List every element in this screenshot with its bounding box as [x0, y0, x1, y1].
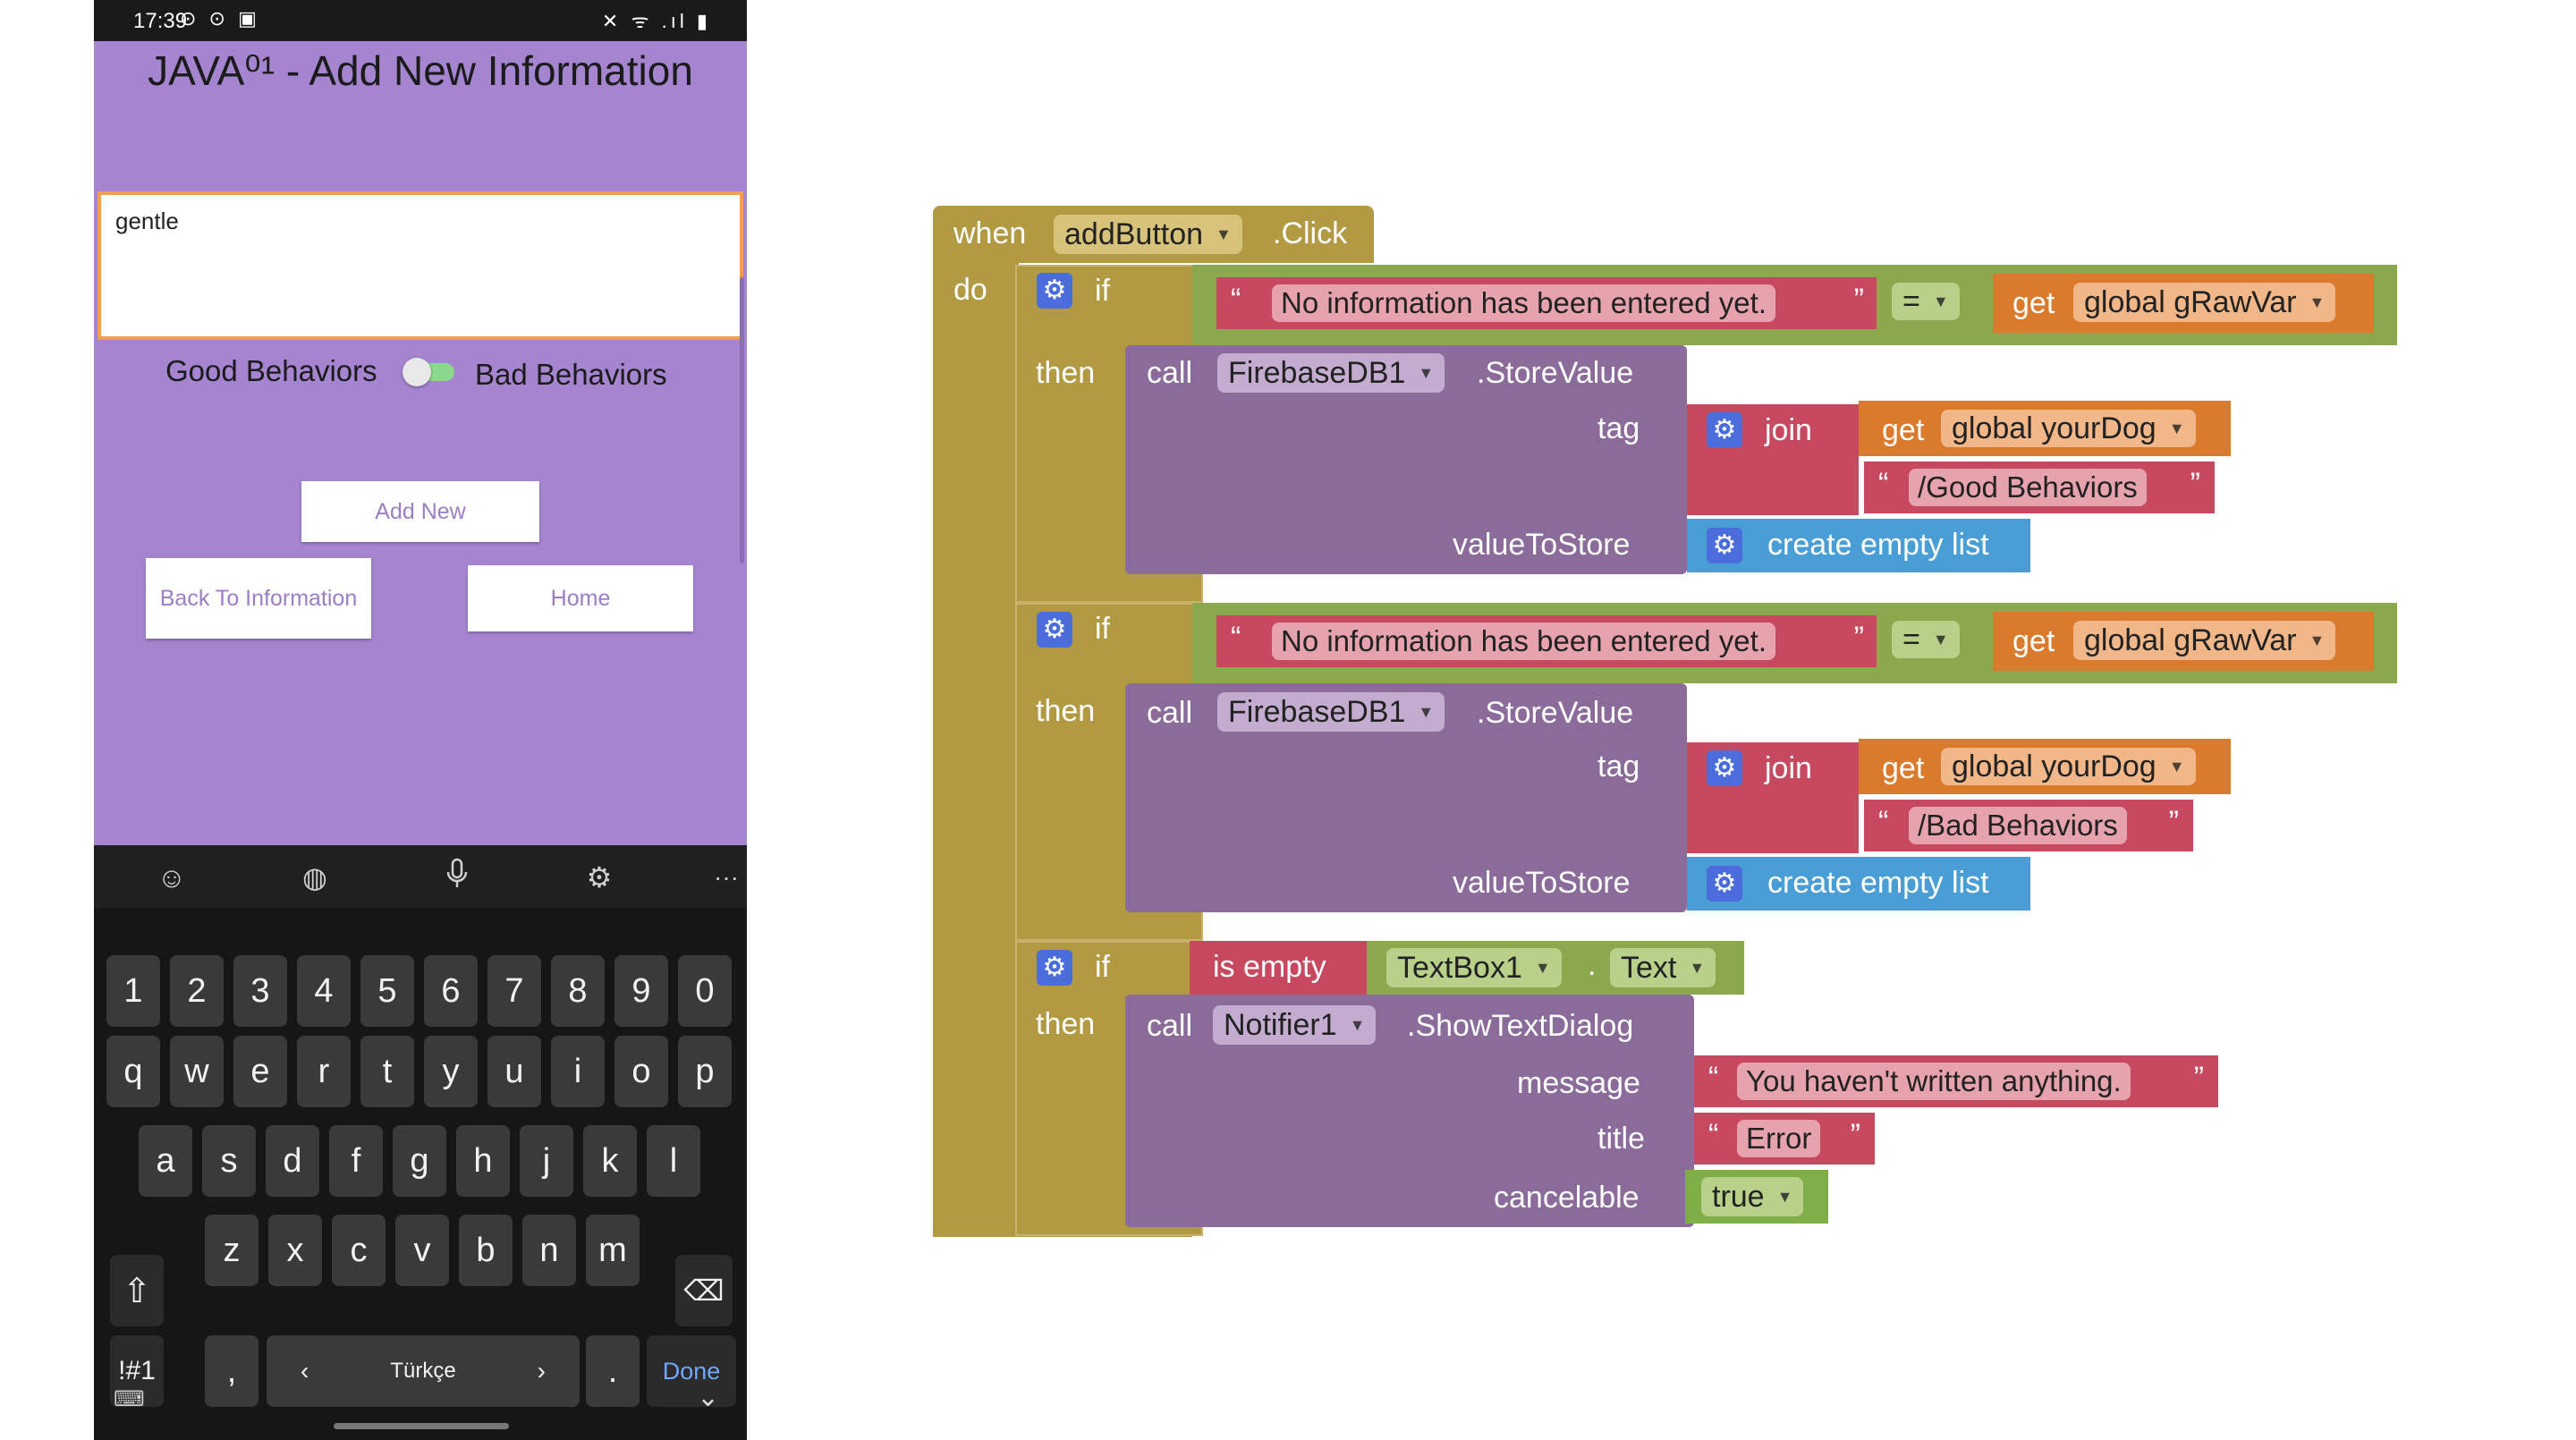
variable-dropdown[interactable]: global gRawVar ▼ — [2073, 283, 2336, 322]
dropdown-arrow-icon: ▼ — [1349, 1015, 1366, 1034]
call-label: call — [1147, 1009, 1193, 1043]
equals-dropdown[interactable]: = ▼ — [1892, 621, 1960, 658]
text-value[interactable]: /Good Behaviors — [1909, 469, 2147, 506]
textbox-dropdown[interactable]: TextBox1 ▼ — [1386, 948, 1562, 987]
dropdown-arrow-icon: ▼ — [2168, 419, 2185, 437]
dropdown-arrow-icon: ▼ — [1418, 702, 1435, 721]
dot-label: . — [1588, 948, 1597, 982]
get-label: get — [2012, 286, 2055, 320]
is-empty-label: is empty — [1213, 950, 1326, 984]
value-to-store-label: valueToStore — [1453, 528, 1631, 562]
create-list-label: create empty list — [1767, 866, 1989, 900]
method-name: .StoreValue — [1477, 696, 1634, 730]
if-label: if — [1095, 274, 1110, 308]
text-value[interactable]: /Bad Behaviors — [1909, 807, 2127, 844]
dropdown-arrow-icon: ▼ — [1932, 630, 1949, 648]
component-name: FirebaseDB1 — [1228, 355, 1406, 390]
event-name: .Click — [1273, 216, 1348, 250]
dropdown-arrow-icon: ▼ — [2309, 292, 2326, 311]
method-name: .StoreValue — [1477, 356, 1634, 390]
notifier-dropdown[interactable]: Notifier1 ▼ — [1213, 1005, 1377, 1045]
method-name: .ShowTextDialog — [1407, 1009, 1634, 1043]
firebase-dropdown[interactable]: FirebaseDB1 ▼ — [1217, 692, 1445, 732]
variable-dropdown[interactable]: global yourDog ▼ — [1941, 410, 2196, 447]
value-to-store-label: valueToStore — [1453, 866, 1631, 900]
when-label: when — [953, 216, 1027, 250]
operator-label: = — [1902, 622, 1920, 656]
mutator-gear-icon[interactable]: ⚙ — [1707, 750, 1742, 786]
text-block[interactable]: “ /Good Behaviors ” — [1864, 462, 2215, 513]
firebase-dropdown[interactable]: FirebaseDB1 ▼ — [1217, 353, 1445, 393]
component-name: addButton — [1064, 216, 1204, 251]
variable-name: global yourDog — [1952, 749, 2157, 784]
text-value[interactable]: No information has been entered yet. — [1272, 284, 1776, 322]
dropdown-arrow-icon: ▼ — [1534, 958, 1551, 977]
create-list-label: create empty list — [1767, 528, 1989, 562]
text-block[interactable]: “ /Bad Behaviors ” — [1864, 800, 2193, 851]
blocks-workspace: when addButton ▼ .Click do ⚙ if then “ No… — [0, 0, 2576, 1440]
dropdown-arrow-icon: ▼ — [1689, 958, 1706, 977]
component-name: TextBox1 — [1397, 950, 1522, 985]
variable-name: global gRawVar — [2084, 284, 2297, 319]
dropdown-arrow-icon: ▼ — [2168, 757, 2185, 775]
mutator-gear-icon[interactable]: ⚙ — [1037, 273, 1072, 309]
operator-label: = — [1902, 284, 1920, 318]
title-label: title — [1597, 1122, 1645, 1156]
then-label: then — [1036, 356, 1096, 390]
equals-dropdown[interactable]: = ▼ — [1892, 283, 1960, 320]
call-label: call — [1147, 696, 1193, 730]
text-block[interactable]: “ No information has been entered yet. ” — [1216, 277, 1877, 329]
variable-name: global gRawVar — [2084, 623, 2297, 657]
message-label: message — [1517, 1066, 1640, 1100]
component-name: Notifier1 — [1224, 1007, 1337, 1042]
get-label: get — [2012, 624, 2055, 658]
mutator-gear-icon[interactable]: ⚙ — [1707, 528, 1742, 563]
text-block[interactable]: “ You haven't written anything. ” — [1694, 1055, 2218, 1107]
mutator-gear-icon[interactable]: ⚙ — [1037, 612, 1072, 648]
mutator-gear-icon[interactable]: ⚙ — [1707, 412, 1742, 448]
property-name: Text — [1621, 950, 1677, 985]
get-label: get — [1882, 413, 1925, 447]
do-label: do — [953, 273, 987, 307]
call-label: call — [1147, 356, 1193, 390]
dropdown-arrow-icon: ▼ — [1776, 1187, 1793, 1206]
cancelable-label: cancelable — [1494, 1181, 1640, 1215]
text-block[interactable]: “ No information has been entered yet. ” — [1216, 615, 1877, 667]
tag-label: tag — [1597, 750, 1640, 784]
dropdown-arrow-icon: ▼ — [1216, 224, 1232, 243]
text-value[interactable]: No information has been entered yet. — [1272, 623, 1776, 660]
text-value[interactable]: Error — [1737, 1120, 1821, 1157]
if-label: if — [1095, 950, 1110, 984]
join-label: join — [1765, 751, 1812, 785]
join-label: join — [1765, 413, 1812, 447]
variable-dropdown[interactable]: global yourDog ▼ — [1941, 748, 2196, 785]
add-button-dropdown[interactable]: addButton ▼ — [1054, 215, 1242, 254]
then-label: then — [1036, 694, 1096, 728]
boolean-dropdown[interactable]: true ▼ — [1701, 1177, 1804, 1216]
boolean-value: true — [1712, 1179, 1765, 1214]
text-value[interactable]: You haven't written anything. — [1737, 1063, 2131, 1100]
if-label: if — [1095, 612, 1110, 646]
dropdown-arrow-icon: ▼ — [1418, 363, 1435, 382]
variable-name: global yourDog — [1952, 411, 2157, 445]
dropdown-arrow-icon: ▼ — [1932, 292, 1949, 310]
text-block[interactable]: “ Error ” — [1694, 1113, 1875, 1165]
component-name: FirebaseDB1 — [1228, 694, 1406, 729]
tag-label: tag — [1597, 411, 1640, 445]
variable-dropdown[interactable]: global gRawVar ▼ — [2073, 621, 2336, 660]
get-label: get — [1882, 751, 1925, 785]
mutator-gear-icon[interactable]: ⚙ — [1037, 950, 1072, 986]
then-label: then — [1036, 1007, 1096, 1041]
dropdown-arrow-icon: ▼ — [2309, 631, 2326, 649]
event-do-bar — [933, 259, 1019, 1237]
property-dropdown[interactable]: Text ▼ — [1610, 948, 1716, 987]
mutator-gear-icon[interactable]: ⚙ — [1707, 866, 1742, 902]
